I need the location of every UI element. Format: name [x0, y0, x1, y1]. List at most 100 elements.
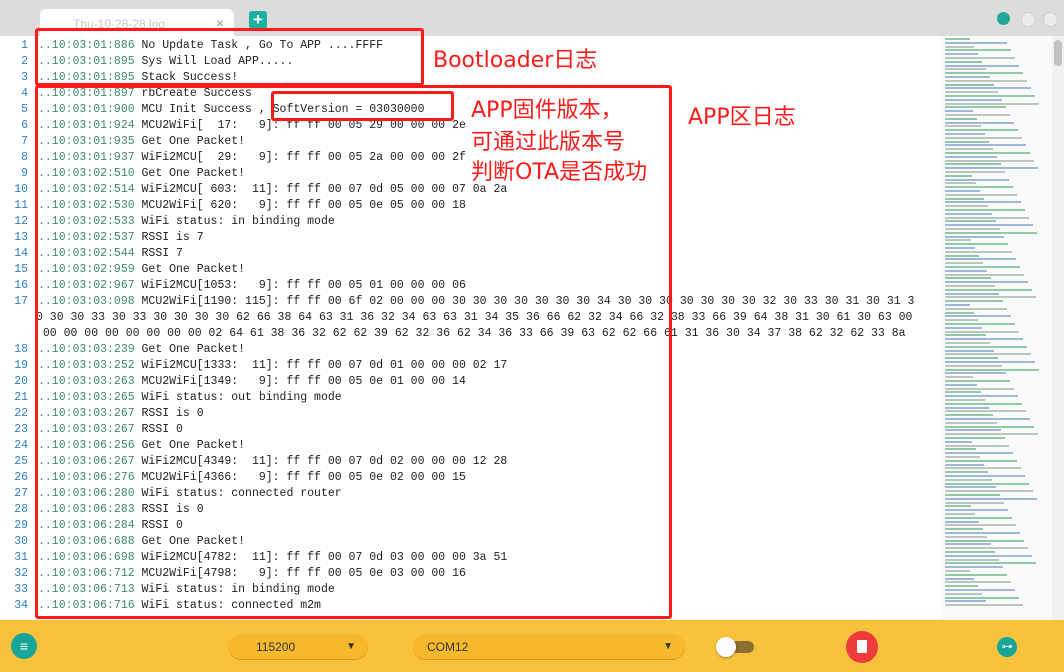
minimap-line	[945, 174, 972, 177]
scrollbar[interactable]	[1052, 36, 1064, 620]
minimap-line	[945, 573, 1007, 576]
minimap-line	[945, 205, 988, 208]
stop-button[interactable]	[846, 631, 878, 663]
toggle-switch[interactable]	[716, 637, 736, 657]
scrollbar-thumb[interactable]	[1054, 40, 1062, 66]
line-number: 3	[21, 71, 28, 84]
minimap-line	[945, 505, 971, 508]
minimap-line	[945, 38, 970, 40]
minimap-line	[945, 516, 1012, 519]
minimap-line	[945, 372, 1006, 375]
minimap-line	[945, 391, 981, 394]
minimap-line	[945, 566, 1003, 569]
line-number: 33	[14, 583, 28, 596]
minimap-line	[945, 330, 1019, 333]
new-tab-button[interactable]: +	[249, 11, 267, 29]
minimap-line	[945, 136, 1022, 139]
minimap-line	[945, 178, 1009, 181]
minimap-line	[945, 144, 1026, 147]
line-number: 2	[21, 55, 28, 68]
minimap-line	[945, 91, 998, 94]
baud-rate-select[interactable]: 115200 ▼	[228, 634, 368, 660]
minimap-line	[945, 376, 973, 379]
minimap-line	[945, 410, 1026, 413]
minimap-line	[945, 152, 1030, 154]
minimap-line	[945, 418, 1030, 420]
minimap-line	[945, 585, 978, 588]
minimap-line	[945, 387, 1014, 390]
minimize-button[interactable]	[997, 12, 1010, 25]
minimap-line	[945, 285, 995, 287]
minimap-line	[945, 558, 999, 561]
minimap-line	[945, 224, 1033, 227]
minimap-line	[945, 277, 991, 280]
minimap-line	[945, 414, 993, 417]
minimap-line	[945, 87, 1031, 90]
minimap-line	[945, 345, 1027, 348]
minimap-line	[945, 490, 1033, 493]
minimap-line	[945, 72, 1023, 75]
minimap-line	[945, 163, 1001, 166]
minimap-line	[945, 326, 982, 329]
minimap-line	[945, 551, 995, 553]
app-area-log-label: APP区日志	[688, 105, 796, 130]
minimap-line	[945, 334, 986, 337]
line-number: 22	[14, 407, 28, 420]
minimap-line	[945, 535, 987, 538]
window-close-button[interactable]	[1043, 12, 1058, 27]
line-number: 20	[14, 375, 28, 388]
minimap-line	[945, 53, 978, 56]
minimap-line	[945, 475, 1025, 477]
minimap-line	[945, 604, 1023, 607]
line-number: 7	[21, 135, 28, 148]
minimap-line	[945, 478, 992, 481]
minimap-line	[945, 513, 975, 515]
minimap-line	[945, 311, 974, 314]
chevron-down-icon: ▼	[663, 641, 673, 652]
minimap-line	[945, 209, 1025, 211]
line-number: 26	[14, 471, 28, 484]
minimap-line	[945, 254, 979, 257]
minimap-line	[945, 319, 978, 322]
minimap-line	[945, 471, 988, 474]
line-number: 10	[14, 183, 28, 196]
minimap-line	[945, 281, 1028, 284]
minimap-line	[945, 296, 1036, 299]
line-number: 9	[21, 167, 28, 180]
minimap-line	[945, 543, 991, 546]
maximize-button[interactable]	[1021, 12, 1036, 27]
minimap-line	[945, 570, 970, 572]
line-number: 4	[21, 87, 28, 100]
line-number: 28	[14, 503, 28, 516]
minimap-line	[945, 307, 1007, 310]
trash-icon	[857, 640, 867, 653]
minimap-line	[945, 201, 1021, 204]
minimap-line	[945, 117, 977, 120]
minimap-line	[945, 212, 992, 215]
line-number: 17	[14, 295, 28, 308]
minimap-line	[945, 592, 982, 595]
menu-icon[interactable]: ≡	[11, 633, 37, 659]
minimap-line	[945, 110, 973, 113]
minimap-line	[945, 406, 989, 409]
minimap-line	[945, 440, 972, 443]
connect-icon[interactable]: ⊶	[997, 637, 1017, 657]
minimap-line	[945, 509, 1008, 512]
minimap-line	[945, 315, 1011, 318]
minimap-line	[945, 247, 975, 249]
minimap-line	[945, 467, 1021, 470]
minimap-line	[945, 228, 1000, 230]
minimap-line	[945, 114, 1010, 116]
minimap-line	[945, 357, 998, 360]
minimap-line	[945, 258, 1016, 261]
minimap[interactable]	[942, 36, 1052, 620]
line-number: 16	[14, 279, 28, 292]
minimap-line	[945, 456, 980, 458]
port-select[interactable]: COM12 ▼	[413, 634, 685, 660]
minimap-line	[945, 368, 1039, 371]
app-version-label-1: APP固件版本，	[471, 98, 623, 123]
minimap-line	[945, 121, 1014, 124]
line-number: 29	[14, 519, 28, 532]
minimap-line	[945, 129, 1018, 132]
minimap-line	[945, 425, 1034, 428]
